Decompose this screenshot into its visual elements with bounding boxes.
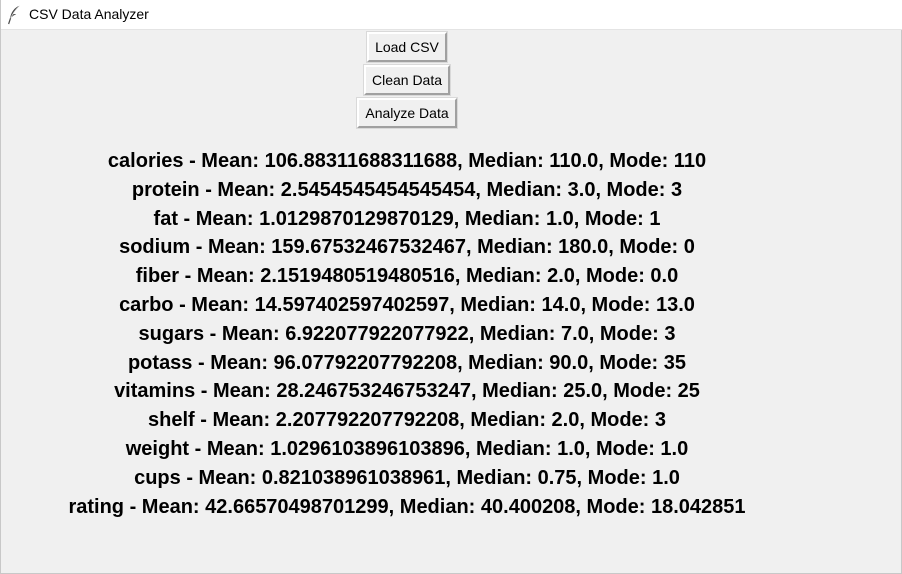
result-line-vitamins: vitamins - Mean: 28.246753246753247, Med… [114, 380, 700, 403]
results-panel: calories - Mean: 106.88311688311688, Med… [1, 147, 813, 521]
result-line-fat: fat - Mean: 1.0129870129870129, Median: … [153, 207, 661, 230]
result-line-weight: weight - Mean: 1.0296103896103896, Media… [125, 437, 689, 460]
analyze-data-button[interactable]: Analyze Data [356, 97, 458, 129]
result-line-protein: protein - Mean: 2.5454545454545454, Medi… [131, 178, 683, 201]
load-csv-button[interactable]: Load CSV [366, 31, 448, 63]
result-line-rating: rating - Mean: 42.66570498701299, Median… [68, 495, 746, 518]
feather-icon [7, 5, 21, 25]
window-title: CSV Data Analyzer [29, 6, 149, 22]
result-line-sodium: sodium - Mean: 159.67532467532467, Media… [119, 236, 695, 259]
app-window: CSV Data Analyzer Load CSV Clean Data An… [0, 0, 902, 574]
result-line-cups: cups - Mean: 0.821038961038961, Median: … [134, 466, 680, 489]
result-line-shelf: shelf - Mean: 2.207792207792208, Median:… [147, 409, 667, 432]
result-line-sugars: sugars - Mean: 6.922077922077922, Median… [138, 322, 676, 345]
result-line-carbo: carbo - Mean: 14.597402597402597, Median… [119, 293, 695, 316]
title-bar: CSV Data Analyzer [1, 0, 902, 30]
button-stack: Load CSV Clean Data Analyze Data [1, 31, 813, 131]
result-line-potass: potass - Mean: 96.07792207792208, Median… [127, 351, 687, 374]
clean-data-button[interactable]: Clean Data [362, 64, 452, 96]
result-line-fiber: fiber - Mean: 2.1519480519480516, Median… [135, 265, 679, 288]
result-line-calories: calories - Mean: 106.88311688311688, Med… [107, 150, 707, 172]
